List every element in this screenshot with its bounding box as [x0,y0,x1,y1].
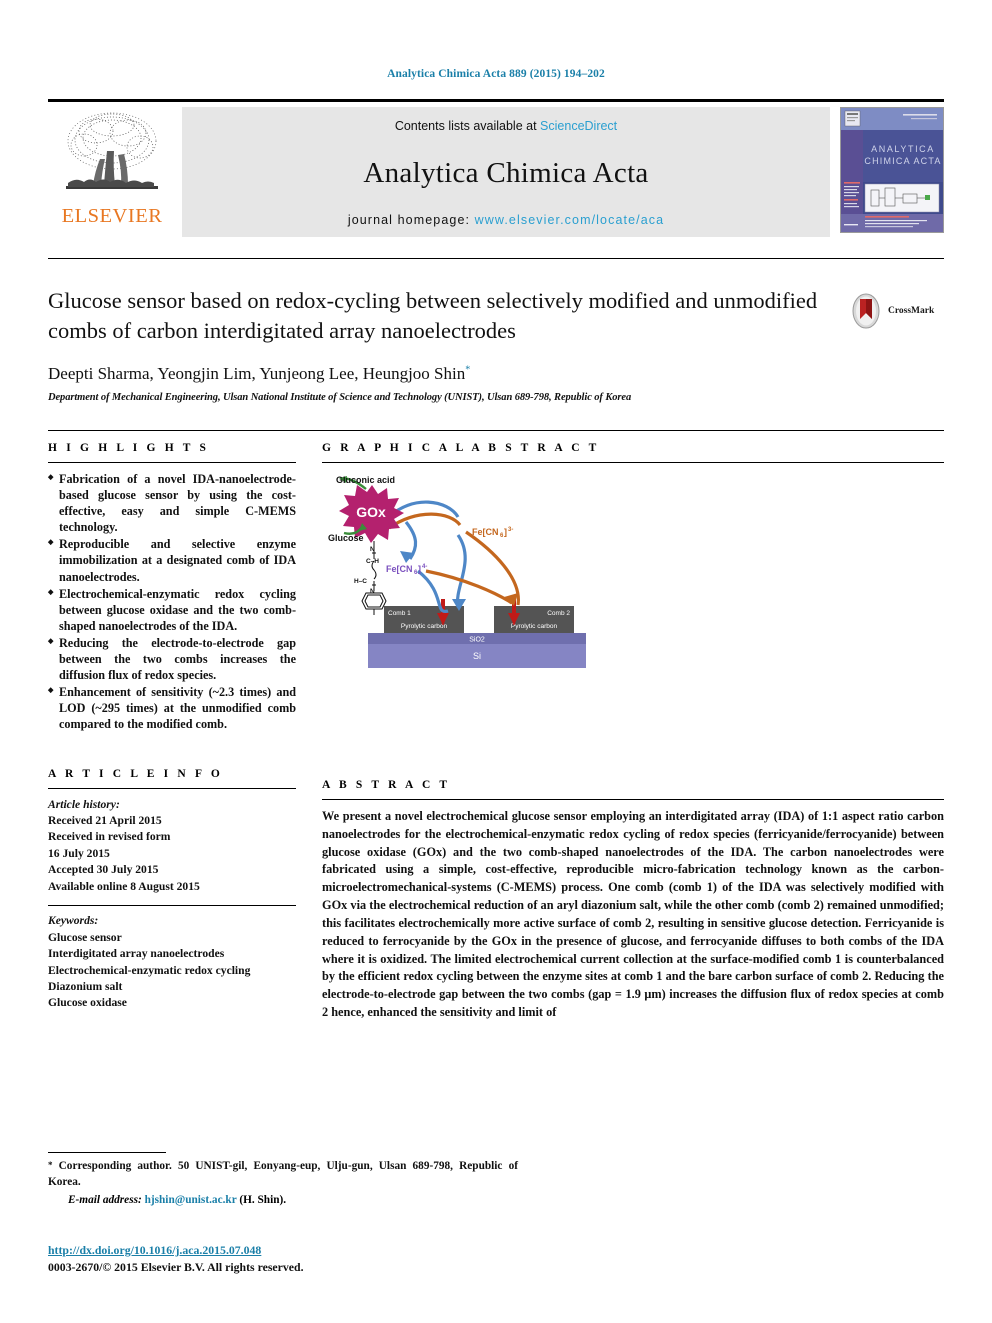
abstract-rule [322,799,944,800]
contents-prefix: Contents lists available at [394,119,537,133]
crossmark-icon [852,293,880,329]
homepage-url-link[interactable]: www.elsevier.com/locate/aca [475,213,665,227]
oxide-label: SiO2 [469,637,485,644]
homepage-prefix: journal homepage: [347,213,471,227]
asterisk-icon: * [48,1160,53,1170]
comb1-label: Comb 1 [388,610,411,617]
article-info-heading: A R T I C L E I N F O [48,767,223,780]
keywords-block: Keywords: Glucose sensor Interdigitated … [48,913,296,1012]
abstract-heading: A B S T R A C T [322,779,451,791]
sciencedirect-link[interactable]: ScienceDirect [540,119,617,133]
keyword-item: Diazonium salt [48,980,123,994]
footnote-block: * Corresponding author. 50 UNIST-gil, Eo… [48,1152,518,1206]
svg-text:3-: 3- [508,527,513,533]
graphical-abstract-figure: SiO2 Si Comb 1 Comb 2 Pyrolytic carbon P… [326,475,696,675]
journal-article-first-page: Analytica Chimica Acta 889 (2015) 194–20… [0,0,992,1323]
body-top-divider [48,430,944,431]
doi-link[interactable]: http://dx.doi.org/10.1016/j.aca.2015.07.… [48,1243,568,1258]
highlights-rule [48,462,296,463]
keyword-item: Glucose sensor [48,930,122,944]
graphical-abstract-rule [322,462,944,463]
history-online: Available online 8 August 2015 [48,879,200,893]
crossmark-label: CrossMark [888,306,935,316]
gluconic-acid-label: Gluconic acid [336,475,395,485]
footnote-divider [48,1152,166,1153]
copyright-line: 0003-2670/© 2015 Elsevier B.V. All right… [48,1260,304,1274]
article-history-label: Article history: [48,797,120,811]
email-owner: (H. Shin). [239,1193,287,1206]
svg-text:N: N [370,588,375,595]
svg-text:CHIMICA ACTA: CHIMICA ACTA [864,156,941,166]
comb2-material-label: Pyrolytic carbon [511,623,558,630]
keywords-label: Keywords: [48,914,99,928]
list-item: Electrochemical-enzymatic redox cycling … [48,586,296,634]
email-line: E-mail address: hjshin@unist.ac.kr (H. S… [48,1194,518,1206]
elsevier-wordmark: ELSEVIER [61,205,163,227]
svg-text:]: ] [418,564,421,574]
highlights-heading: H I G H L I G H T S [48,442,210,454]
corresponding-author-marker: * [465,364,471,376]
journal-homepage-line: journal homepage: www.elsevier.com/locat… [348,213,664,227]
left-column: H I G H L I G H T S Fabrication of a nov… [48,442,296,1012]
enzyme-label: GOx [356,504,386,520]
corresponding-author-text: Corresponding author. 50 UNIST-gil, Eony… [48,1160,518,1189]
svg-text:C–H: C–H [366,558,379,565]
ferrocyanide-label: Fe[CN [386,564,413,574]
article-history: Article history: Received 21 April 2015 … [48,797,296,896]
history-accepted: Accepted 30 July 2015 [48,863,159,877]
redox-cycling-schematic: SiO2 Si Comb 1 Comb 2 Pyrolytic carbon P… [328,475,586,668]
email-link[interactable]: hjshin@unist.ac.kr [145,1194,237,1206]
running-head: Analytica Chimica Acta 889 (2015) 194–20… [387,68,605,80]
svg-text:4-: 4- [422,564,427,570]
history-revised-date: 16 July 2015 [48,846,110,860]
right-column: G R A P H I C A L A B S T R A C T SiO2 S… [322,442,944,1022]
elsevier-tree-icon [60,107,164,205]
comb2-label: Comb 2 [547,610,570,617]
title-block: Glucose sensor based on redox-cycling be… [48,286,828,403]
svg-text:N: N [370,546,375,553]
substrate-label: Si [473,651,481,661]
author-names: Deepti Sharma, Yeongjin Lim, Yunjeong Le… [48,363,466,383]
contents-lists-line: Contents lists available at ScienceDirec… [395,119,617,133]
keywords-divider [48,905,296,907]
svg-text:]: ] [504,527,507,537]
keyword-item: Interdigitated array nanoelectrodes [48,947,225,961]
svg-text:H–C: H–C [354,578,367,585]
email-label: E-mail address: [68,1193,142,1206]
glucose-label: Glucose [328,533,364,543]
elsevier-logo: ELSEVIER [48,107,176,237]
affiliation: Department of Mechanical Engineering, Ul… [48,391,632,403]
keyword-item: Glucose oxidase [48,996,127,1010]
svg-text:ANALYTICA: ANALYTICA [871,144,935,154]
history-received: Received 21 April 2015 [48,813,162,827]
crossmark-badge[interactable]: CrossMark [848,291,942,331]
article-info-rule [48,787,296,789]
doi-block: http://dx.doi.org/10.1016/j.aca.2015.07.… [48,1243,568,1275]
author-list: Deepti Sharma, Yeongjin Lim, Yunjeong Le… [48,364,828,384]
list-item: Enhancement of sensitivity (~2.3 times) … [48,684,296,732]
journal-masthead: ELSEVIER Contents lists available at Sci… [48,99,944,237]
list-item: Reducing the electrode-to-electrode gap … [48,635,296,683]
history-revised: Received in revised form [48,830,171,844]
abstract-text: We present a novel electrochemical gluco… [322,809,944,1020]
journal-band: Contents lists available at ScienceDirec… [182,107,830,237]
page-title: Glucose sensor based on redox-cycling be… [48,288,818,343]
keyword-item: Electrochemical-enzymatic redox cycling [48,963,251,977]
corresponding-author-note: * Corresponding author. 50 UNIST-gil, Eo… [48,1158,518,1191]
highlights-list: Fabrication of a novel IDA-nanoelectrode… [48,471,296,733]
masthead-divider [48,258,944,259]
list-item: Fabrication of a novel IDA-nanoelectrode… [48,471,296,535]
journal-cover-thumbnail[interactable]: ANALYTICA CHIMICA ACTA [840,107,944,233]
journal-title: Analytica Chimica Acta [363,156,649,189]
ferricyanide-label: Fe[CN [472,527,499,537]
list-item: Reproducible and selective enzyme immobi… [48,536,296,584]
graphical-abstract-heading: G R A P H I C A L A B S T R A C T [322,442,600,454]
